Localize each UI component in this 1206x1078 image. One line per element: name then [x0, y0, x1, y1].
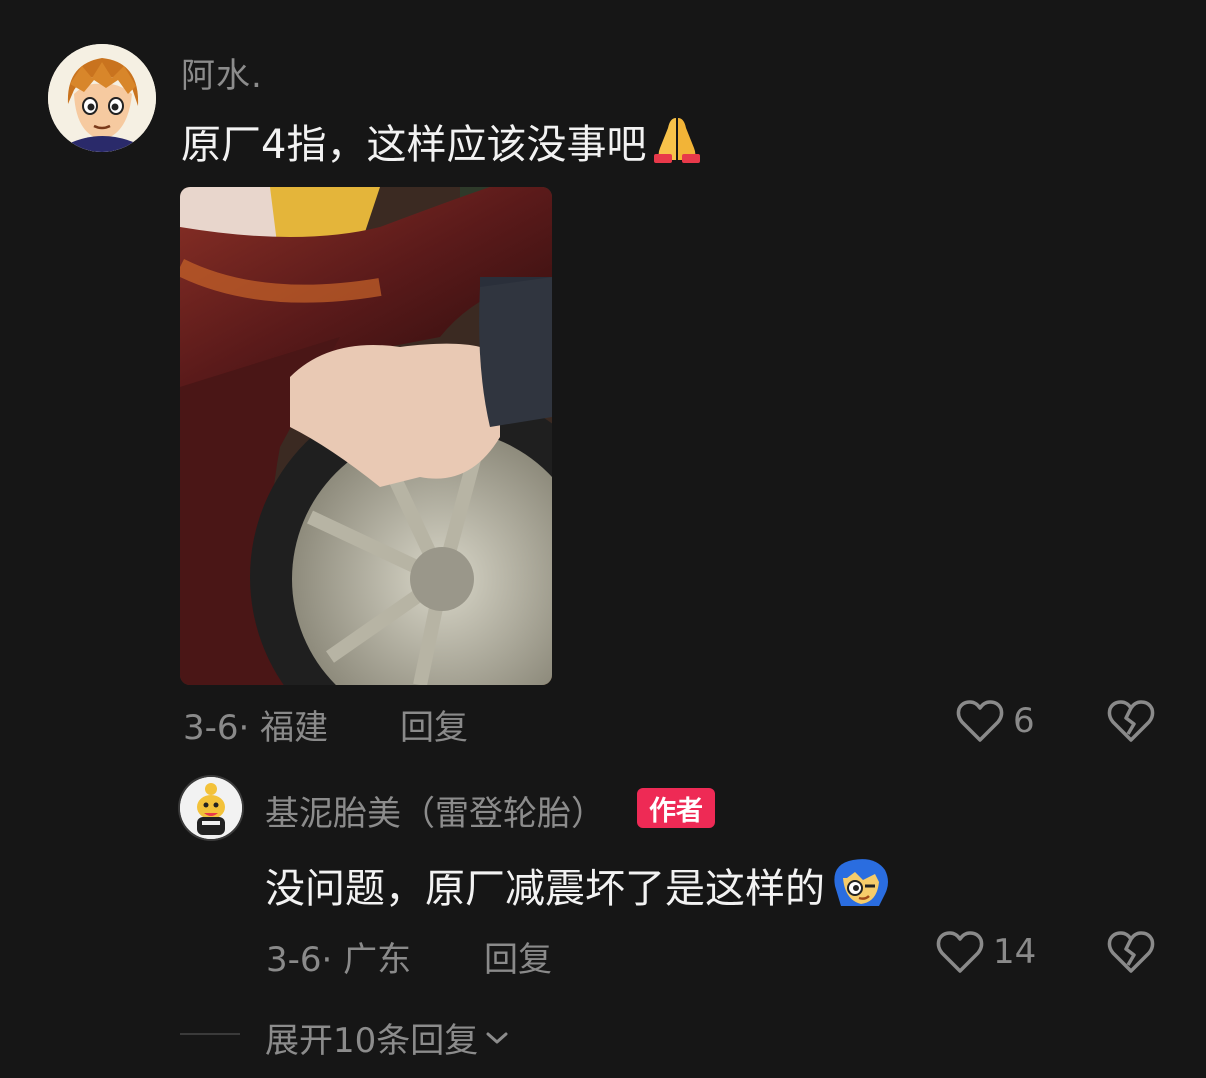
- expand-replies-label: 展开10条回复: [265, 1021, 479, 1061]
- like-button[interactable]: 6: [955, 698, 1035, 744]
- reply-text-content: 没问题，原厂减震坏了是这样的: [265, 866, 825, 912]
- reply-like-count: 14: [993, 932, 1037, 972]
- reply-date: 3-6: [266, 940, 322, 980]
- heart-outline-icon: [956, 700, 1004, 742]
- avatar[interactable]: [48, 44, 156, 152]
- reply-like-button[interactable]: 14: [935, 929, 1036, 975]
- blue-hair-face-emoji-icon: [829, 856, 891, 920]
- comment-meta: 3-6· 福建: [183, 700, 328, 749]
- expand-replies-button[interactable]: 展开10条回复: [265, 1013, 510, 1062]
- reply-dislike-button[interactable]: [1106, 929, 1156, 979]
- heart-outline-icon: [936, 931, 984, 973]
- author-badge: 作者: [637, 788, 715, 828]
- reply-avatar[interactable]: [180, 777, 242, 839]
- cartoon-avatar-icon: [48, 44, 156, 152]
- comment-username[interactable]: 阿水.: [181, 48, 263, 97]
- comment-thread: 阿水. 原厂4指，这样应该没事吧 3-6· 福建 回复 6 基泥胎美（雷登轮胎）…: [0, 0, 1206, 1078]
- meta-separator: ·: [321, 940, 333, 980]
- comment-text: 原厂4指，这样应该没事吧: [181, 112, 706, 174]
- like-count: 6: [1013, 701, 1035, 741]
- reply-location: 广东: [343, 940, 412, 980]
- broken-heart-icon: [1107, 931, 1155, 973]
- expand-divider: [180, 1033, 240, 1035]
- reply-meta: 3-6· 广东: [266, 932, 411, 981]
- comment-date: 3-6: [183, 708, 239, 748]
- folded-hands-emoji-icon: [648, 114, 706, 174]
- chevron-down-icon: [486, 1032, 508, 1043]
- comment-text-content: 原厂4指，这样应该没事吧: [181, 122, 647, 168]
- reply-to-reply-button[interactable]: 回复: [484, 932, 552, 981]
- mascot-avatar-icon: [180, 777, 242, 839]
- broken-heart-icon: [1107, 700, 1155, 742]
- reply-text: 没问题，原厂减震坏了是这样的: [265, 856, 891, 920]
- comment-image[interactable]: [180, 187, 552, 685]
- meta-separator: ·: [238, 708, 250, 748]
- dislike-button[interactable]: [1106, 698, 1156, 748]
- car-wheel-photo-icon: [180, 187, 552, 685]
- reply-username[interactable]: 基泥胎美（雷登轮胎）: [265, 786, 605, 835]
- reply-button[interactable]: 回复: [400, 700, 468, 749]
- comment-location: 福建: [260, 708, 329, 748]
